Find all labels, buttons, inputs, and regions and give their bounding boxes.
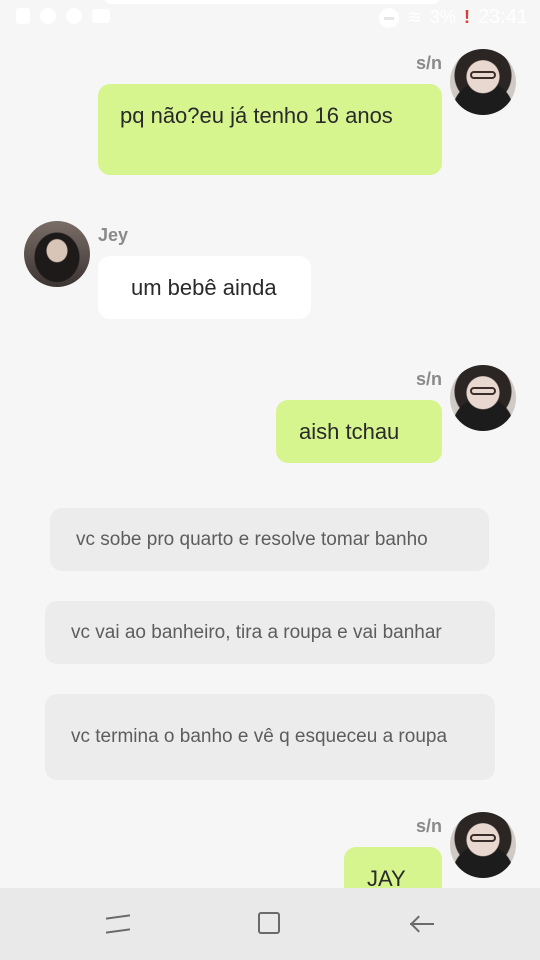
image-icon [92, 9, 110, 23]
clock: 23:41 [477, 6, 528, 28]
message-bubble[interactable]: um bebê ainda [98, 256, 311, 319]
message-bubble[interactable]: pq não?eu já tenho 16 anos [98, 84, 442, 175]
speaker-name: s/n [415, 816, 442, 836]
avatar-sn[interactable] [450, 365, 516, 431]
battery-warning-icon: ! [463, 7, 470, 27]
status-bar: ≋ 3% ! 23:41 [0, 0, 540, 36]
message-bubble[interactable]: aish tchau [276, 400, 442, 463]
system-icons: ≋ 3% ! 23:41 [378, 6, 528, 29]
speaker-name: Jey [98, 225, 129, 245]
notification-icon [16, 8, 30, 24]
avatar-jey[interactable] [24, 221, 90, 287]
chat-icon [66, 8, 82, 24]
home-icon[interactable] [252, 906, 288, 942]
chat-icon [40, 8, 56, 24]
narration-box[interactable]: vc sobe pro quarto e resolve tomar banho [50, 508, 489, 571]
navigation-bar [0, 888, 540, 960]
battery-percent: 3% [429, 7, 456, 27]
speaker-name: s/n [415, 53, 442, 73]
recents-icon[interactable] [100, 906, 136, 942]
back-icon[interactable] [404, 906, 440, 942]
avatar-sn[interactable] [450, 49, 516, 115]
wifi-icon: ≋ [406, 7, 422, 27]
narration-box[interactable]: vc vai ao banheiro, tira a roupa e vai b… [45, 601, 495, 664]
top-banner-edge [104, 0, 440, 4]
dnd-icon [378, 7, 399, 28]
speaker-name: s/n [415, 369, 442, 389]
notification-icons [16, 8, 110, 24]
avatar-sn[interactable] [450, 812, 516, 878]
narration-box[interactable]: vc termina o banho e vê q esqueceu a rou… [45, 694, 495, 780]
